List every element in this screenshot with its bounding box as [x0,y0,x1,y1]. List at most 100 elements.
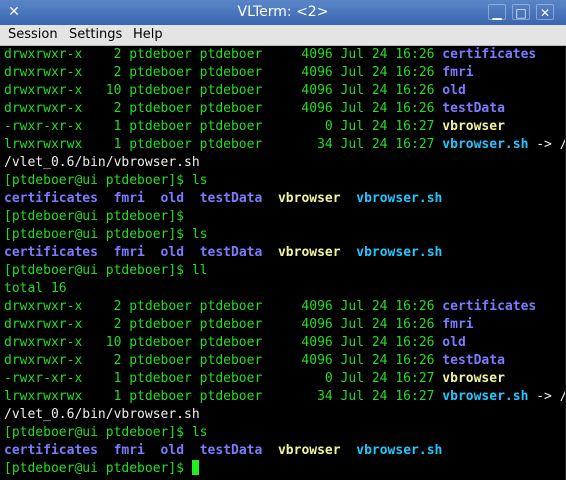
terminal-text: testData [199,191,263,206]
close-button[interactable]: ✕ [536,4,554,20]
terminal-text: testData [199,443,263,458]
terminal-line: certificates fmri old testData vbrowser … [4,244,442,262]
terminal-text: -> /opt/vl-e [536,137,566,152]
terminal-line: [ptdeboer@ui ptdeboer]$ ls [4,424,208,442]
terminal-line: drwxrwxr-x 2 ptdeboer ptdeboer 4096 Jul … [4,298,536,316]
terminal-text: old [160,443,185,458]
terminal-window: ✕ VLTerm: <2> ▁ □ ✕ Session Settings Hel… [0,0,566,480]
terminal-line: certificates fmri old testData vbrowser … [4,442,442,460]
text-cursor [191,460,199,475]
terminal-line: drwxrwxr-x 2 ptdeboer ptdeboer 4096 Jul … [4,100,505,118]
terminal-text: -rwxr-xr-x 1 ptdeboer ptdeboer 0 Jul 24 … [4,371,443,386]
terminal-line: -rwxr-xr-x 1 ptdeboer ptdeboer 0 Jul 24 … [4,118,505,136]
terminal-line: lrwxrwxrwx 1 ptdeboer ptdeboer 34 Jul 24… [4,388,566,406]
terminal-line: drwxrwxr-x 2 ptdeboer ptdeboer 4096 Jul … [4,316,474,334]
terminal-text: [ptdeboer@ui ptdeboer]$ [4,461,192,476]
terminal-text: [ptdeboer@ui ptdeboer]$ ll [4,263,208,278]
terminal-text: vbrowser [277,191,341,206]
terminal-text: drwxrwxr-x 10 ptdeboer ptdeboer 4096 Jul… [4,83,443,98]
terminal-text: certificates [4,443,98,458]
terminal-text: -rwxr-xr-x 1 ptdeboer ptdeboer 0 Jul 24 … [4,119,443,134]
terminal-line: [ptdeboer@ui ptdeboer]$ ls [4,172,208,190]
terminal-line: drwxrwxr-x 2 ptdeboer ptdeboer 4096 Jul … [4,46,536,64]
terminal-line: /vlet_0.6/bin/vbrowser.sh [4,406,200,424]
terminal-text: vbrowser.sh [356,191,443,206]
terminal-text: /vlet_0.6/bin/vbrowser.sh [4,155,200,170]
terminal-text: drwxrwxr-x 2 ptdeboer ptdeboer 4096 Jul … [4,317,443,332]
menu-help[interactable]: Help [133,27,163,43]
terminal-line: -rwxr-xr-x 1 ptdeboer ptdeboer 0 Jul 24 … [4,370,505,388]
title-bar[interactable]: ✕ VLTerm: <2> ▁ □ ✕ [0,0,566,26]
terminal-text: testData [442,101,505,116]
terminal-text: vbrowser.sh [356,443,443,458]
terminal-text: fmri [113,245,145,260]
terminal-line: drwxrwxr-x 2 ptdeboer ptdeboer 4096 Jul … [4,352,505,370]
terminal-text: /vlet_0.6/bin/vbrowser.sh [4,407,200,422]
terminal-text: drwxrwxr-x 10 ptdeboer ptdeboer 4096 Jul… [4,335,443,350]
terminal-text: vbrowser [442,119,505,134]
terminal-text: fmri [442,317,474,332]
terminal-text: drwxrwxr-x 2 ptdeboer ptdeboer 4096 Jul … [4,299,443,314]
terminal-line: [ptdeboer@ui ptdeboer]$ ls [4,226,208,244]
terminal-text: fmri [442,65,474,80]
terminal-line: /vlet_0.6/bin/vbrowser.sh [4,154,200,172]
terminal-text: vbrowser [442,371,505,386]
terminal-text: vbrowser.sh [356,245,443,260]
terminal-text: fmri [113,443,145,458]
terminal-text: drwxrwxr-x 2 ptdeboer ptdeboer 4096 Jul … [4,101,443,116]
terminal-text: [ptdeboer@ui ptdeboer]$ ls [4,173,208,188]
terminal-text: lrwxrwxrwx 1 ptdeboer ptdeboer 34 Jul 24… [4,389,443,404]
terminal-text: lrwxrwxrwx 1 ptdeboer ptdeboer 34 Jul 24… [4,137,443,152]
terminal-line: total 16 [4,280,67,298]
menu-session[interactable]: Session [8,27,58,43]
terminal-line: drwxrwxr-x 10 ptdeboer ptdeboer 4096 Jul… [4,334,466,352]
menu-settings[interactable]: Settings [69,27,122,43]
terminal-text: vbrowser.sh [442,137,529,152]
terminal-text: vbrowser [277,443,341,458]
terminal-text: certificates [4,191,98,206]
terminal-line: lrwxrwxrwx 1 ptdeboer ptdeboer 34 Jul 24… [4,136,566,154]
terminal-text: total 16 [4,281,67,296]
terminal-text: fmri [113,191,145,206]
terminal-text: certificates [4,245,98,260]
terminal-line: [ptdeboer@ui ptdeboer]$ ll [4,262,208,280]
terminal-text: -> /opt/vl-e [536,389,566,404]
terminal-text: old [442,335,466,350]
terminal-text: [ptdeboer@ui ptdeboer]$ ls [4,425,208,440]
terminal-text: vbrowser [277,245,341,260]
terminal-text: old [442,83,466,98]
terminal-text: [ptdeboer@ui ptdeboer]$ [4,209,185,224]
terminal-text: drwxrwxr-x 2 ptdeboer ptdeboer 4096 Jul … [4,47,443,62]
terminal-text: drwxrwxr-x 2 ptdeboer ptdeboer 4096 Jul … [4,65,443,80]
terminal-text: old [160,191,185,206]
window-title: VLTerm: <2> [237,4,329,20]
terminal-text: certificates [442,299,537,314]
maximize-button[interactable]: □ [512,4,530,20]
terminal-text: testData [199,245,263,260]
terminal-text: [ptdeboer@ui ptdeboer]$ ls [4,227,208,242]
terminal-text: vbrowser.sh [442,389,529,404]
terminal-text: testData [442,353,505,368]
terminal-line: [ptdeboer@ui ptdeboer]$ [4,460,199,478]
terminal-output[interactable]: drwxrwxr-x 2 ptdeboer ptdeboer 4096 Jul … [0,46,566,480]
terminal-text: drwxrwxr-x 2 ptdeboer ptdeboer 4096 Jul … [4,353,443,368]
terminal-line: [ptdeboer@ui ptdeboer]$ [4,208,184,226]
minimize-button[interactable]: ▁ [488,4,506,20]
terminal-line: drwxrwxr-x 2 ptdeboer ptdeboer 4096 Jul … [4,64,474,82]
menu-bar: Session Settings Help [0,25,566,46]
